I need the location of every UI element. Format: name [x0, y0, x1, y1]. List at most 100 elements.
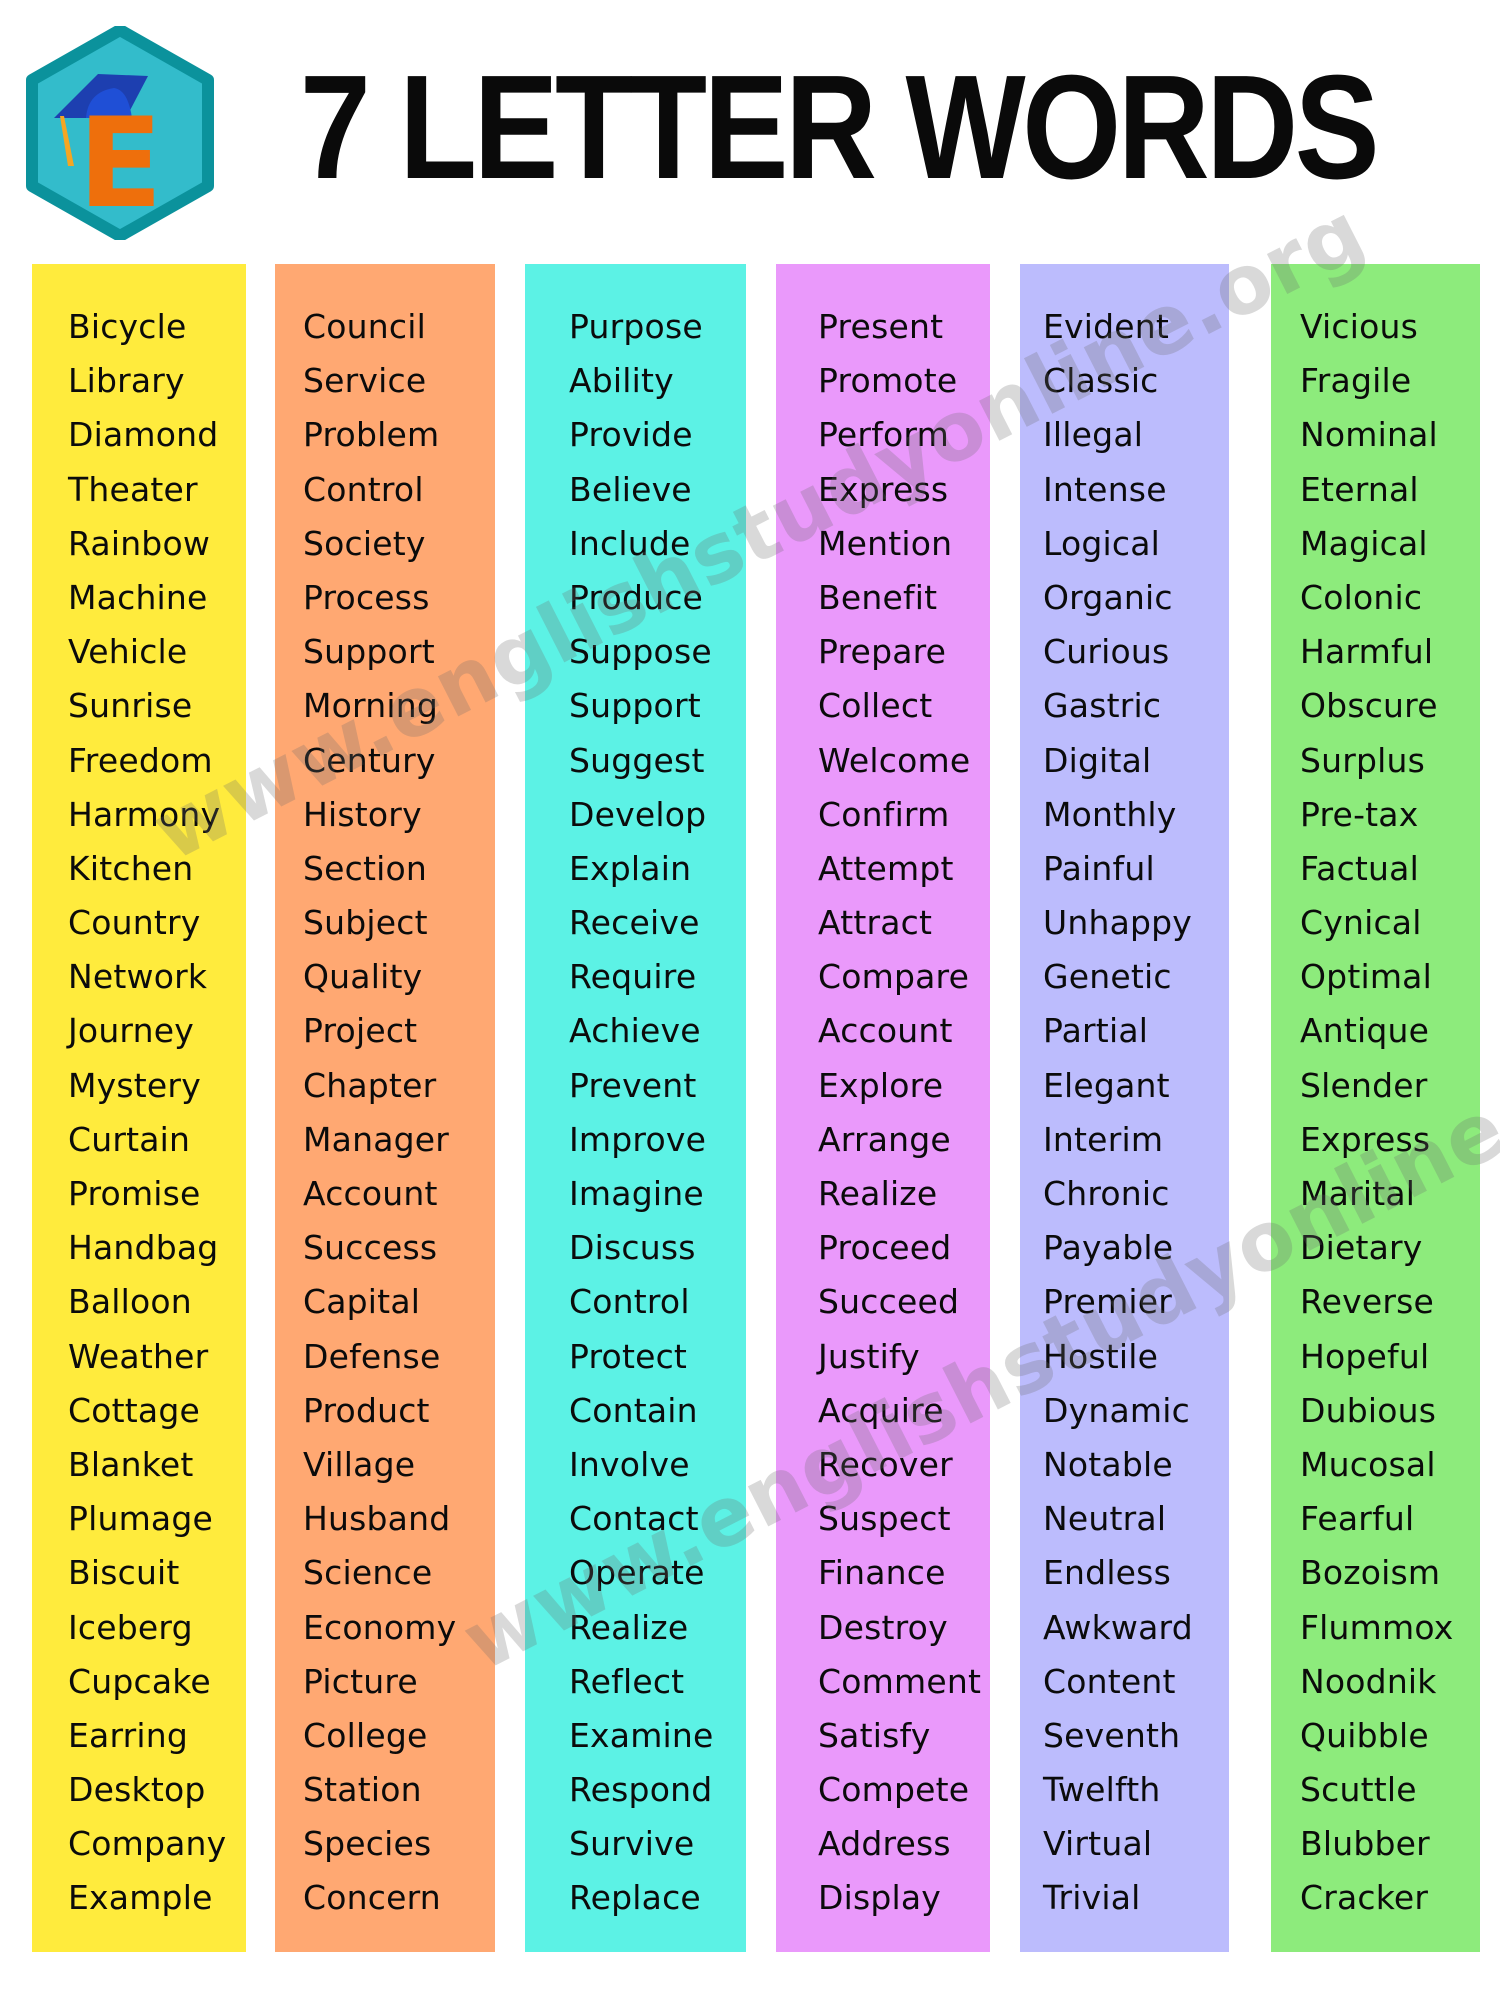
word-item: Welcome — [818, 740, 971, 780]
word-item: Slender — [1300, 1065, 1428, 1105]
word-item: Service — [303, 361, 427, 401]
word-item: Company — [68, 1824, 227, 1864]
word-item: Include — [569, 523, 691, 563]
word-item: Prepare — [818, 632, 947, 672]
word-item: Husband — [303, 1499, 451, 1539]
word-item: Optimal — [1300, 957, 1432, 997]
word-item: Succeed — [818, 1282, 960, 1322]
word-item: Village — [303, 1444, 416, 1484]
word-item: Respond — [569, 1770, 713, 1810]
word-item: Logical — [1043, 523, 1161, 563]
word-item: Explain — [569, 848, 692, 888]
word-item: Blubber — [1300, 1824, 1430, 1864]
word-item: Control — [569, 1282, 690, 1322]
word-item: Morning — [303, 686, 438, 726]
word-item: Curious — [1043, 632, 1170, 672]
word-item: Virtual — [1043, 1824, 1153, 1864]
word-item: Account — [818, 1011, 953, 1051]
word-item: Develop — [569, 794, 707, 834]
word-item: Reflect — [569, 1661, 685, 1701]
word-item: Balloon — [68, 1282, 192, 1322]
word-item: Achieve — [569, 1011, 701, 1051]
word-column-3: Purpose Ability Provide Believe Include Produ… — [525, 264, 746, 1952]
word-item: Imagine — [569, 1174, 704, 1213]
word-item: Express — [1300, 1119, 1431, 1159]
word-item: Promise — [68, 1174, 201, 1213]
word-list: Bicycle Library Diamond Theater Rainbow Machi… — [32, 300, 246, 1926]
word-item: Require — [569, 957, 697, 997]
word-item: Provide — [569, 415, 693, 455]
word-list: Evident Classic Illegal Intense Logical Organ… — [1020, 300, 1229, 1926]
word-item: Mucosal — [1300, 1444, 1436, 1484]
word-item: Pre-tax — [1300, 794, 1419, 834]
logo-letter: E — [78, 92, 163, 236]
word-item: Council — [303, 307, 426, 346]
word-item: Proceed — [818, 1228, 952, 1268]
word-item: Survive — [569, 1824, 695, 1864]
word-item: Endless — [1043, 1553, 1171, 1593]
word-item: Compete — [818, 1770, 970, 1810]
word-item: Vehicle — [68, 632, 188, 672]
word-item: Flummox — [1300, 1607, 1454, 1647]
page-title: 7 LETTER WORDS — [300, 45, 1380, 210]
word-item: Replace — [569, 1878, 701, 1918]
word-item: Section — [303, 848, 428, 888]
word-item: Machine — [68, 577, 208, 617]
word-item: Manager — [303, 1119, 450, 1159]
word-item: Present — [818, 307, 944, 346]
word-item: Sunrise — [68, 686, 193, 726]
word-item: Iceberg — [68, 1607, 193, 1647]
word-item: Product — [303, 1390, 430, 1430]
word-item: Rainbow — [68, 523, 211, 563]
word-item: Handbag — [68, 1228, 219, 1268]
word-item: Discuss — [569, 1228, 696, 1268]
word-item: Problem — [303, 415, 440, 455]
site-logo: E — [24, 24, 216, 242]
word-item: Notable — [1043, 1444, 1173, 1484]
word-item: Benefit — [818, 577, 938, 617]
word-list: Present Promote Perform Express Mention Benef… — [776, 300, 990, 1926]
word-item: Collect — [818, 686, 933, 726]
word-item: Vicious — [1300, 307, 1419, 346]
word-item: Society — [303, 523, 426, 563]
word-item: Picture — [303, 1661, 418, 1701]
word-item: Trivial — [1043, 1878, 1141, 1918]
word-item: Digital — [1043, 740, 1152, 780]
word-item: Obscure — [1300, 686, 1438, 726]
word-item: Organic — [1043, 577, 1173, 617]
word-item: Operate — [569, 1553, 705, 1593]
word-item: Reverse — [1300, 1282, 1435, 1322]
word-item: Explore — [818, 1065, 944, 1105]
word-item: Cottage — [68, 1390, 200, 1430]
word-item: Account — [303, 1174, 438, 1213]
word-item: Earring — [68, 1715, 189, 1755]
word-item: Library — [68, 361, 185, 401]
word-item: Station — [303, 1770, 422, 1810]
word-item: Antique — [1300, 1011, 1430, 1051]
word-item: Display — [818, 1878, 942, 1918]
word-column-4: Present Promote Perform Express Mention Benef… — [776, 264, 990, 1952]
word-item: Support — [569, 686, 701, 726]
word-item: Gastric — [1043, 686, 1162, 726]
word-item: Realize — [569, 1607, 689, 1647]
word-item: Species — [303, 1824, 432, 1864]
word-item: Biscuit — [68, 1553, 180, 1593]
word-item: Attempt — [818, 848, 954, 888]
word-item: Project — [303, 1011, 418, 1051]
word-item: Fragile — [1300, 361, 1412, 401]
word-list: Vicious Fragile Nominal Eternal Magical Colon… — [1271, 300, 1480, 1926]
word-item: Scuttle — [1300, 1770, 1417, 1810]
word-item: Destroy — [818, 1607, 948, 1647]
word-item: Recover — [818, 1444, 953, 1484]
word-item: Defense — [303, 1336, 441, 1376]
word-item: College — [303, 1715, 428, 1755]
word-item: Control — [303, 469, 424, 509]
word-item: Prevent — [569, 1065, 697, 1105]
word-item: Century — [303, 740, 436, 780]
word-item: Involve — [569, 1444, 690, 1484]
word-item: Curtain — [68, 1119, 191, 1159]
word-item: Bozoism — [1300, 1553, 1441, 1593]
word-item: Arrange — [818, 1119, 951, 1159]
word-item: Ability — [569, 361, 674, 401]
word-item: Suppose — [569, 632, 712, 672]
